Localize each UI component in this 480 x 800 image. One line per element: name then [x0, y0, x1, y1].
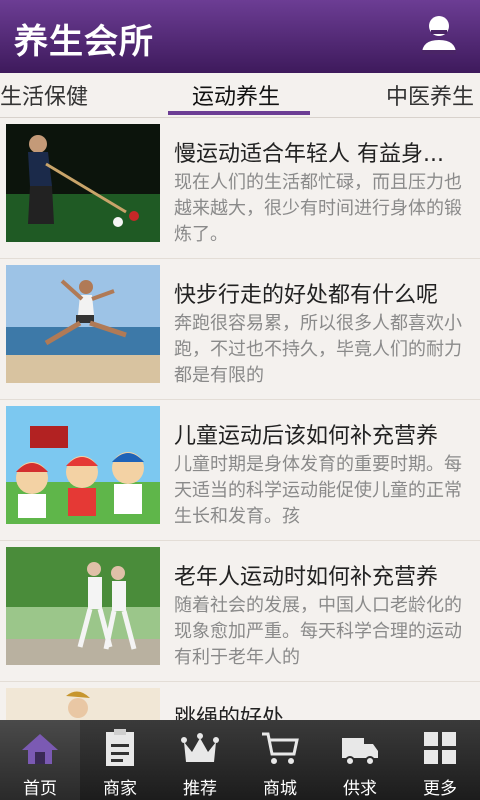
list-item[interactable]: 快步行走的好处都有什么呢 奔跑很容易累，所以很多人都喜欢小跑，不过也不持久，毕竟… [0, 259, 480, 400]
nav-supply-demand-label: 供求 [343, 779, 377, 799]
app-header: 养生会所 [0, 0, 480, 73]
article-list[interactable]: 慢运动适合年轻人 有益身... 现在人们的生活都忙碌，而且压力也越来越大，很少有… [0, 118, 480, 720]
article-summary: 现在人们的生活都忙碌，而且压力也越来越大，很少有时间进行身体的锻炼了。 [174, 172, 462, 245]
nav-home-label: 首页 [23, 779, 57, 799]
bottom-navigation: 首页 商家 推荐 商城 供求 更多 [0, 720, 480, 800]
nav-supply-demand[interactable]: 供求 [320, 720, 400, 800]
article-summary: 随着社会的发展，中国人口老龄化的现象愈加严重。每天科学合理的运动有利于老年人的 [174, 595, 462, 668]
list-item[interactable]: 老年人运动时如何补充营养 随着社会的发展，中国人口老龄化的现象愈加严重。每天科学… [0, 541, 480, 682]
list-item[interactable]: 儿童运动后该如何补充营养 儿童时期是身体发育的重要时期。每天适当的科学运动能促使… [0, 400, 480, 541]
article-title: 慢运动适合年轻人 有益身... [174, 142, 444, 167]
nav-more-label: 更多 [423, 779, 457, 799]
shopping-cart-icon [262, 732, 299, 764]
article-title: 跳绳的好处 [174, 706, 285, 720]
nav-home[interactable]: 首页 [0, 720, 80, 800]
list-item[interactable]: 跳绳的好处 [0, 682, 480, 720]
article-thumbnail [6, 688, 160, 720]
article-title: 儿童运动后该如何补充营养 [174, 424, 439, 449]
nav-merchants-label: 商家 [103, 779, 137, 799]
tab-life-health[interactable]: 生活保健 [0, 79, 88, 111]
article-title: 快步行走的好处都有什么呢 [174, 283, 439, 308]
article-thumbnail [6, 265, 160, 383]
nav-recommended[interactable]: 推荐 [160, 720, 240, 800]
tab-sports-health[interactable]: 运动养生 [192, 79, 280, 111]
grid-icon [424, 732, 456, 764]
article-thumbnail [6, 124, 160, 242]
nav-more[interactable]: 更多 [400, 720, 480, 800]
nav-mall-label: 商城 [263, 779, 297, 799]
app-title: 养生会所 [14, 22, 154, 62]
nav-mall[interactable]: 商城 [240, 720, 320, 800]
nav-recommended-label: 推荐 [183, 779, 217, 799]
active-tab-indicator [168, 111, 310, 115]
delivery-truck-icon [342, 738, 378, 766]
home-icon [22, 734, 58, 764]
article-thumbnail [6, 547, 160, 665]
tab-tcm-health[interactable]: 中医养生 [386, 79, 474, 111]
article-thumbnail [6, 406, 160, 524]
list-item[interactable]: 慢运动适合年轻人 有益身... 现在人们的生活都忙碌，而且压力也越来越大，很少有… [0, 118, 480, 259]
article-summary: 儿童时期是身体发育的重要时期。每天适当的科学运动能促使儿童的正常生长和发育。孩 [174, 454, 462, 527]
article-summary: 奔跑很容易累，所以很多人都喜欢小跑，不过也不持久，毕竟人们的耐力都是有限的 [174, 313, 462, 386]
clipboard-icon [106, 729, 134, 766]
crown-icon [181, 733, 219, 762]
nav-merchants[interactable]: 商家 [80, 720, 160, 800]
article-title: 老年人运动时如何补充营养 [174, 565, 439, 590]
user-profile-icon[interactable] [420, 14, 458, 58]
